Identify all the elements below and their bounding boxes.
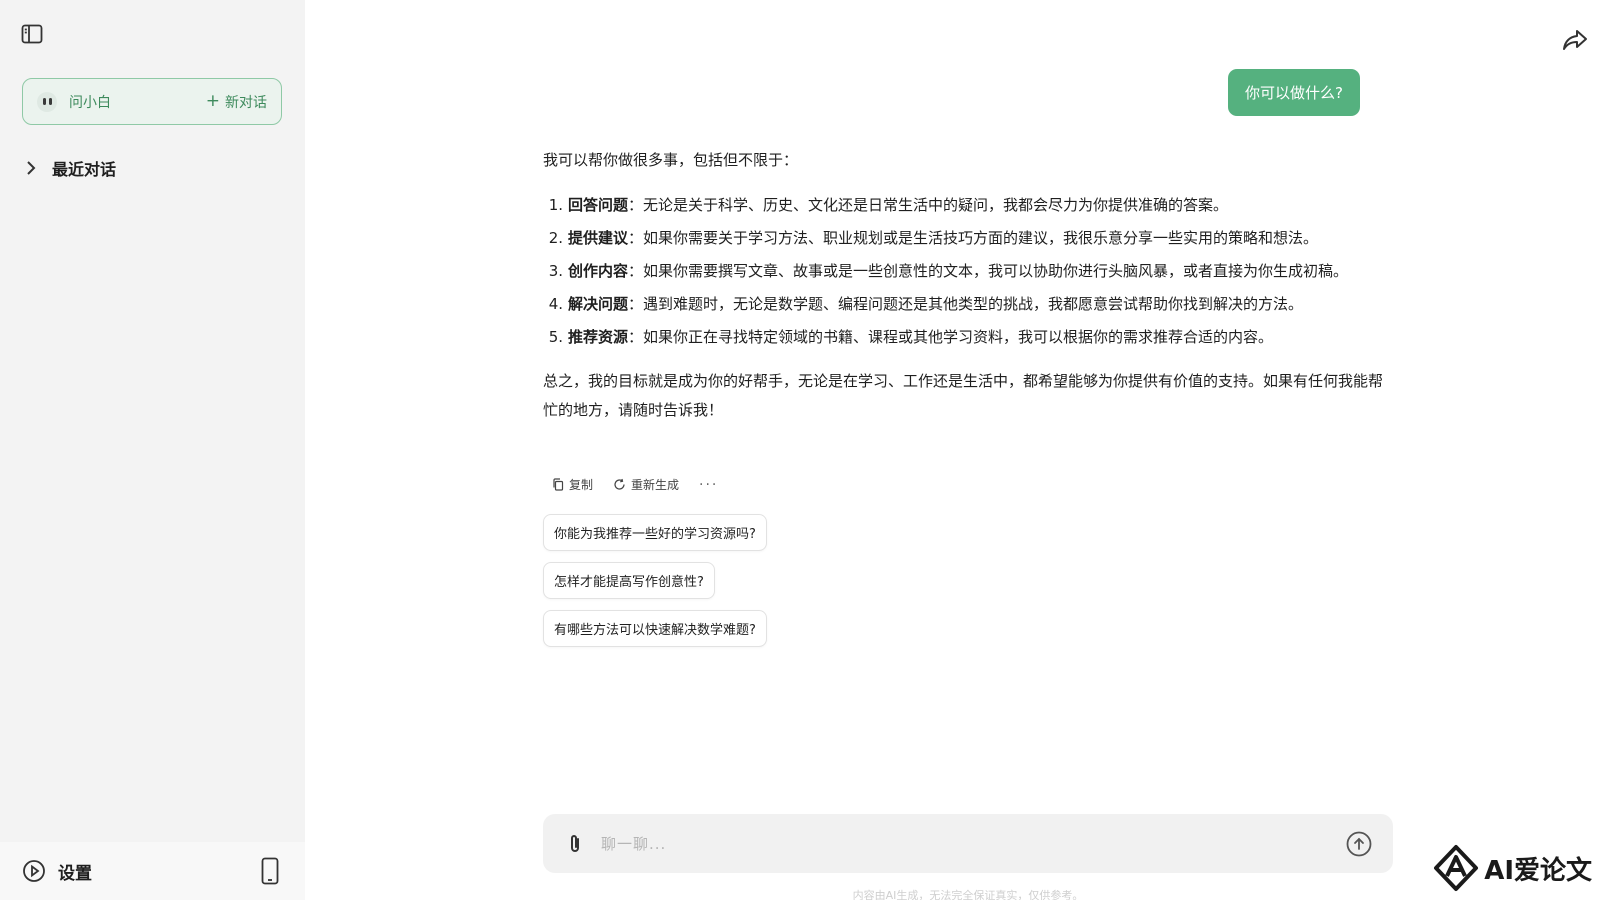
list-item: 4. 解决问题：遇到难题时，无论是数学题、编程问题还是其他类型的挑战，我都愿意尝试… [548, 295, 1304, 313]
suggestion-chip[interactable]: 怎样才能提高写作创意性? [543, 562, 715, 599]
assistant-name: 问小白 [69, 94, 111, 111]
watermark-a-icon [1434, 845, 1479, 891]
regenerate-button[interactable]: 重新生成 [613, 476, 679, 493]
answer-actions: 复制 重新生成 ··· [552, 476, 718, 493]
sidebar-footer: 设置 [0, 842, 305, 900]
refresh-icon [614, 478, 625, 490]
copy-icon [553, 478, 564, 491]
regenerate-label: 重新生成 [631, 478, 680, 492]
mobile-phone-icon[interactable] [257, 856, 283, 886]
assistant-answer: 我可以帮你做很多事，包括但不限于： 1. 回答问题：无论是关于科学、历史、文化还是… [543, 146, 1393, 425]
sidebar-toggle-icon[interactable] [18, 20, 46, 48]
list-item: 3. 创作内容：如果你需要撰写文章、故事或是一些创意性的文本，我可以协助你进行头脑… [548, 262, 1349, 280]
send-button-icon[interactable] [1345, 830, 1373, 858]
app-window: 问小白 + 新对话 最近对话 设置 你可以做什么? 我可以帮你做很多事，包括但不… [0, 0, 1600, 900]
answer-intro: 我可以帮你做很多事，包括但不限于： [543, 151, 799, 169]
sidebar: 问小白 + 新对话 最近对话 设置 [0, 0, 305, 900]
ai-disclaimer: 内容由AI生成，无法完全保证真实，仅供参考。 [852, 889, 1084, 900]
answer-outro: 总之，我的目标就是成为你的好帮手，无论是在学习、工作还是生活中，都希望能够为你提… [543, 372, 1384, 419]
list-item: 1. 回答问题：无论是关于科学、历史、文化还是日常生活中的疑问，我都会尽力为你提供… [548, 196, 1229, 214]
copy-button[interactable]: 复制 [552, 476, 593, 493]
suggestion-chip[interactable]: 有哪些方法可以快速解决数学难题? [543, 610, 767, 647]
new-chat-button[interactable]: + 新对话 [206, 92, 267, 112]
watermark-logo: AI爱论文 [1432, 844, 1592, 892]
watermark-text: AI爱论文 [1484, 855, 1592, 886]
assistant-avatar [37, 91, 57, 112]
chat-input-box [543, 814, 1393, 873]
suggestion-chip[interactable]: 你能为我推荐一些好的学习资源吗? [543, 514, 767, 551]
chat-input[interactable] [601, 834, 1345, 853]
copy-label: 复制 [569, 478, 594, 492]
attachment-icon[interactable] [563, 832, 587, 856]
settings-label: 设置 [58, 863, 92, 884]
user-message-bubble: 你可以做什么? [1228, 69, 1360, 116]
answer-list: 1. 回答问题：无论是关于科学、历史、文化还是日常生活中的疑问，我都会尽力为你提供… [543, 191, 1393, 352]
assistant-new-chat-card[interactable]: 问小白 + 新对话 [22, 78, 282, 125]
recent-conversations-label: 最近对话 [52, 160, 117, 179]
settings-button[interactable]: 设置 [22, 859, 257, 884]
chevron-right-icon [27, 161, 36, 175]
list-item: 5. 推荐资源：如果你正在寻找特定领域的书籍、课程或其他学习资料，我可以根据你的需… [548, 328, 1274, 346]
recent-conversations-toggle[interactable]: 最近对话 [26, 156, 116, 180]
settings-icon [23, 860, 45, 882]
new-chat-label: 新对话 [225, 94, 267, 111]
more-options-icon[interactable]: ··· [699, 477, 718, 493]
share-icon[interactable] [1562, 28, 1590, 54]
plus-icon: + [205, 91, 220, 111]
list-item: 2. 提供建议：如果你需要关于学习方法、职业规划或是生活技巧方面的建议，我很乐意分… [548, 229, 1319, 247]
